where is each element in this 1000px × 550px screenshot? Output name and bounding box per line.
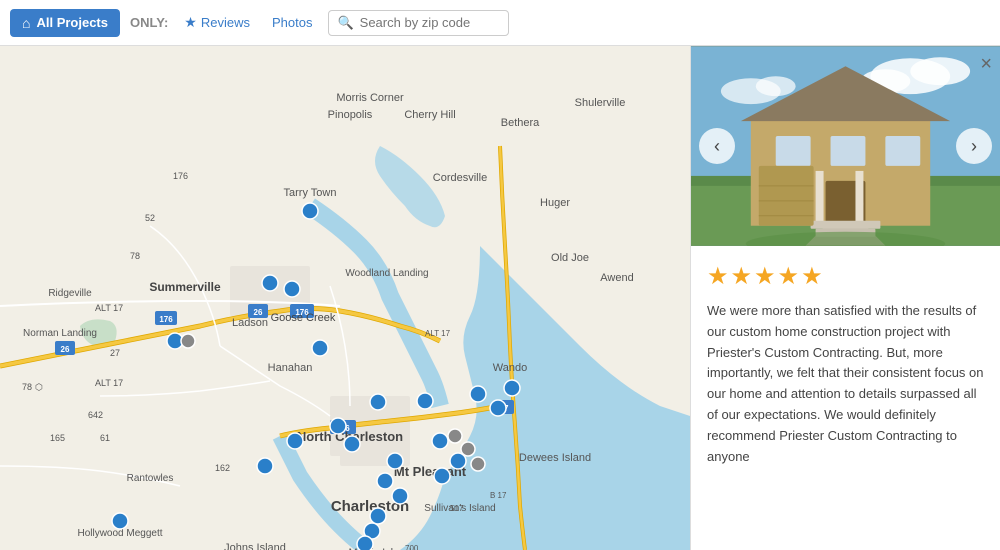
panel-wrapper: ×	[691, 46, 1000, 483]
right-panel: ×	[690, 46, 1000, 550]
svg-text:642: 642	[88, 410, 103, 420]
svg-text:Huger: Huger	[540, 197, 570, 209]
svg-text:Old Joe: Old Joe	[551, 252, 589, 264]
home-icon: ⌂	[22, 15, 30, 31]
map-pin[interactable]	[284, 281, 300, 297]
map-pin-gray[interactable]	[181, 334, 195, 348]
svg-text:Tarry Town: Tarry Town	[284, 187, 337, 199]
svg-text:Rantowles: Rantowles	[127, 473, 174, 484]
svg-text:Ladson: Ladson	[232, 317, 268, 329]
svg-text:Norman Landing: Norman Landing	[23, 328, 97, 339]
map-pin[interactable]	[330, 418, 346, 434]
map-pin[interactable]	[470, 386, 486, 402]
map-pin[interactable]	[432, 433, 448, 449]
star-rating: ★★★★★	[707, 262, 984, 291]
svg-text:78: 78	[130, 251, 140, 261]
map-pin[interactable]	[262, 275, 278, 291]
svg-text:26: 26	[61, 345, 70, 354]
svg-text:B 17: B 17	[490, 491, 507, 500]
svg-text:Goose Creek: Goose Creek	[271, 312, 336, 324]
reviews-label: Reviews	[201, 15, 250, 30]
svg-text:ALT 17: ALT 17	[95, 303, 123, 313]
close-button[interactable]: ×	[980, 54, 992, 74]
svg-text:165: 165	[50, 433, 65, 443]
svg-text:Morris Corner: Morris Corner	[336, 92, 404, 104]
svg-text:162: 162	[215, 463, 230, 473]
search-input[interactable]	[360, 15, 500, 30]
map-pin[interactable]	[504, 380, 520, 396]
star-icon: ★	[184, 14, 197, 31]
main-content: 26 176 26 176 526 17 Pinopolis Cherry Hi…	[0, 46, 1000, 550]
map-pin[interactable]	[370, 394, 386, 410]
svg-text:Pinopolis: Pinopolis	[328, 109, 373, 121]
map-pin[interactable]	[417, 393, 433, 409]
map-pin-gray[interactable]	[461, 442, 475, 456]
svg-text:176: 176	[159, 315, 173, 324]
svg-text:Shulerville: Shulerville	[575, 97, 626, 109]
map-pin[interactable]	[312, 340, 328, 356]
only-label: ONLY:	[130, 15, 168, 30]
review-text: We were more than satisfied with the res…	[707, 301, 984, 467]
svg-text:Hanahan: Hanahan	[268, 362, 313, 374]
map-pin[interactable]	[344, 436, 360, 452]
svg-text:52: 52	[145, 213, 155, 223]
map-pin[interactable]	[450, 453, 466, 469]
svg-text:78: 78	[22, 382, 32, 392]
svg-text:⬡: ⬡	[35, 382, 43, 392]
svg-text:26: 26	[254, 308, 263, 317]
svg-text:Bethera: Bethera	[501, 117, 540, 129]
map-pin[interactable]	[434, 468, 450, 484]
map-area[interactable]: 26 176 26 176 526 17 Pinopolis Cherry Hi…	[0, 46, 690, 550]
map-pin[interactable]	[490, 400, 506, 416]
svg-text:517: 517	[450, 504, 464, 513]
map-pin-gray[interactable]	[471, 457, 485, 471]
svg-text:27: 27	[110, 348, 120, 358]
search-box: 🔍	[328, 10, 508, 36]
map-svg: 26 176 26 176 526 17 Pinopolis Cherry Hi…	[0, 46, 690, 550]
map-pin[interactable]	[370, 508, 386, 524]
svg-text:Johns Island: Johns Island	[224, 542, 286, 550]
svg-text:Wando: Wando	[493, 362, 527, 374]
review-section: ★★★★★ We were more than satisfied with t…	[691, 246, 1000, 483]
svg-text:176: 176	[173, 171, 188, 181]
svg-text:Cordesville: Cordesville	[433, 172, 487, 184]
photos-filter-button[interactable]: Photos	[266, 11, 318, 34]
toolbar: ⌂ All Projects ONLY: ★ Reviews Photos 🔍	[0, 0, 1000, 46]
svg-text:Awend: Awend	[600, 272, 633, 284]
map-pin-gray[interactable]	[448, 429, 462, 443]
search-icon: 🔍	[337, 15, 353, 31]
photos-label: Photos	[272, 15, 312, 30]
svg-text:ALT 17: ALT 17	[95, 378, 123, 388]
all-projects-label: All Projects	[36, 15, 108, 30]
map-pin[interactable]	[392, 488, 408, 504]
svg-text:Summerville: Summerville	[149, 280, 221, 294]
carousel-prev-button[interactable]: ‹	[699, 128, 735, 164]
svg-text:Ridgeville: Ridgeville	[48, 288, 92, 299]
reviews-filter-button[interactable]: ★ Reviews	[178, 10, 256, 35]
svg-text:ALT 17: ALT 17	[425, 329, 451, 338]
carousel-next-button[interactable]: ›	[956, 128, 992, 164]
svg-text:61: 61	[100, 433, 110, 443]
map-pin[interactable]	[302, 203, 318, 219]
svg-text:Dewees Island: Dewees Island	[519, 452, 591, 464]
map-pin[interactable]	[257, 458, 273, 474]
map-pin[interactable]	[357, 536, 373, 550]
all-projects-button[interactable]: ⌂ All Projects	[10, 9, 120, 37]
svg-text:Cherry Hill: Cherry Hill	[404, 109, 455, 121]
map-pin[interactable]	[387, 453, 403, 469]
svg-text:700: 700	[405, 544, 419, 550]
photo-carousel: ‹ ›	[691, 46, 1000, 246]
map-pin[interactable]	[112, 513, 128, 529]
svg-text:Woodland Landing: Woodland Landing	[345, 268, 428, 279]
house-image	[691, 46, 1000, 246]
map-pin[interactable]	[377, 473, 393, 489]
map-pin[interactable]	[287, 433, 303, 449]
